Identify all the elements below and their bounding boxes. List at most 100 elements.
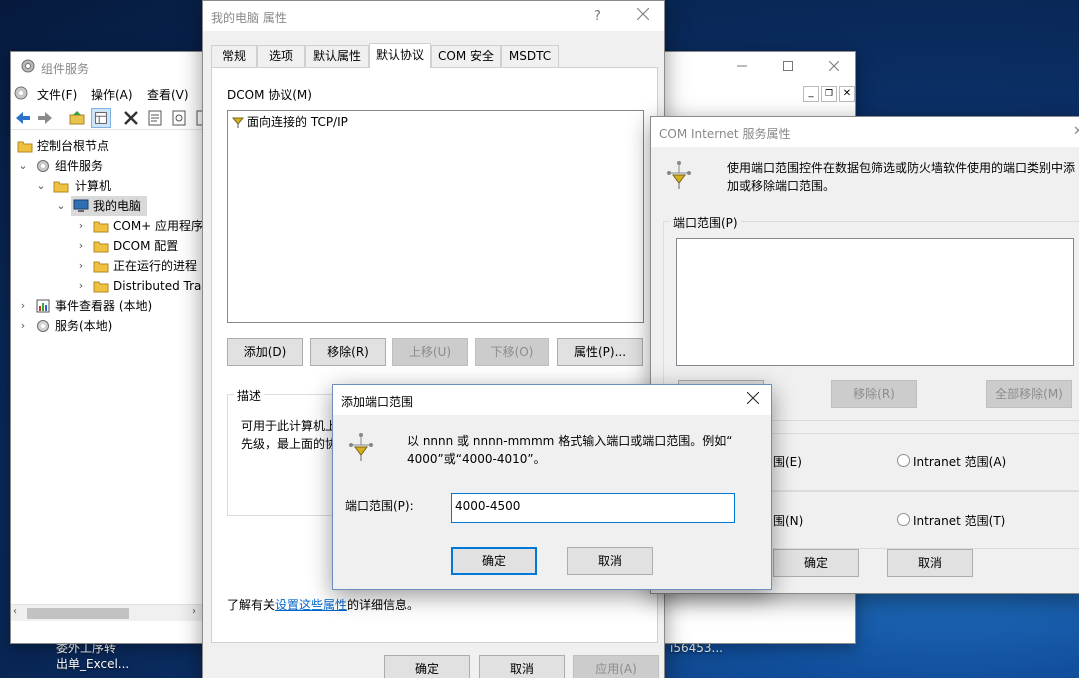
close-icon[interactable]: ✕: [1073, 124, 1079, 139]
port-range-field-label: 端口范围(P):: [345, 499, 414, 513]
add-port-range-dialog[interactable]: 添加端口范围 以 nnnn 或 nnnn-mmmm 格式输入端口或端口范围。例如…: [332, 384, 772, 590]
com-internet-description-line2: 加或移除端口范围。: [727, 179, 836, 193]
inner-restore-icon[interactable]: ❐: [821, 86, 837, 102]
maximize-button[interactable]: [765, 52, 811, 82]
tree-node-label: DCOM 配置: [113, 239, 179, 253]
port-ranges-list[interactable]: [676, 238, 1074, 366]
list-item-label: 面向连接的 TCP/IP: [247, 115, 348, 129]
cancel-button[interactable]: 取消: [479, 655, 565, 678]
forward-icon[interactable]: [35, 108, 55, 128]
chevron-right-icon[interactable]: ›: [17, 296, 29, 316]
computer-icon: [73, 199, 89, 212]
desktop-file-label-line2: 出单_Excel...: [56, 657, 130, 671]
ok-button[interactable]: 确定: [451, 547, 537, 575]
tab-label: MSDTC: [508, 49, 552, 63]
tab-default-protocols[interactable]: 默认协议: [369, 43, 431, 68]
menu-view[interactable]: 查看(V): [147, 86, 189, 103]
inner-close-icon[interactable]: ✕: [839, 86, 855, 102]
close-button[interactable]: [811, 52, 855, 82]
radio-intranet-range-t[interactable]: [897, 513, 910, 526]
delete-icon[interactable]: [121, 108, 141, 128]
tab-label: 选项: [268, 49, 293, 63]
tree-node-label: 我的电脑: [93, 199, 142, 213]
properties-icon[interactable]: [145, 108, 165, 128]
settings-help-link[interactable]: 设置这些属性: [275, 598, 347, 612]
show-tree-icon[interactable]: [91, 108, 111, 128]
apply-button[interactable]: 应用(A): [573, 655, 659, 678]
tab-msdtc[interactable]: MSDTC: [501, 45, 559, 67]
up-folder-icon[interactable]: [67, 108, 87, 128]
close-icon: [746, 391, 760, 405]
remove-port-range-button[interactable]: 移除(R): [831, 380, 917, 408]
chevron-right-icon[interactable]: ›: [75, 216, 87, 236]
desktop-file-label[interactable]: 委外工序转 出单_Excel...: [56, 640, 129, 672]
radio-internet-range-e-label: 围(E): [773, 455, 802, 469]
tab-label: 默认协议: [375, 48, 424, 62]
port-range-input-value: 4000-4500: [455, 499, 521, 513]
dcom-protocols-label: DCOM 协议(M): [227, 88, 312, 102]
move-up-button[interactable]: 上移(U): [392, 338, 468, 366]
dcom-protocols-list[interactable]: 面向连接的 TCP/IP: [227, 110, 644, 323]
chevron-down-icon[interactable]: ⌄: [17, 156, 29, 176]
com-internet-titlebar[interactable]: COM Internet 服务属性 ✕: [651, 117, 1079, 147]
tab-default-properties[interactable]: 默认属性: [305, 45, 369, 67]
port-range-input[interactable]: 4000-4500: [451, 493, 735, 523]
move-down-button[interactable]: 下移(O): [475, 338, 549, 366]
component-services-title: 组件服务: [41, 62, 90, 76]
inner-window-controls: _ ❐ ✕: [801, 84, 855, 104]
chevron-right-icon[interactable]: ›: [75, 236, 87, 256]
my-computer-properties-titlebar[interactable]: 我的电脑 属性 ?: [203, 1, 664, 31]
scroll-right-icon[interactable]: ›: [192, 606, 196, 617]
tree-horizontal-scrollbar[interactable]: ‹ ›: [11, 604, 203, 621]
dialog-title: 添加端口范围: [341, 395, 414, 409]
remove-all-port-ranges-button[interactable]: 全部移除(M): [986, 380, 1072, 408]
tab-com-security[interactable]: COM 安全: [431, 45, 501, 67]
scroll-left-icon[interactable]: ‹: [13, 606, 17, 617]
chevron-right-icon[interactable]: ›: [75, 276, 87, 296]
info-suffix: 的详细信息。: [347, 598, 420, 612]
tree-node-label: Distributed Trar: [113, 279, 203, 293]
folder-icon: [93, 261, 109, 273]
tree-node-label: 事件查看器 (本地): [55, 299, 153, 313]
menu-file[interactable]: 文件(F): [37, 86, 77, 103]
add-protocol-button[interactable]: 添加(D): [227, 338, 303, 366]
tree-node-label: 控制台根节点: [37, 139, 110, 153]
radio-intranet-range-t-label[interactable]: Intranet 范围(T): [913, 512, 1005, 529]
minimize-icon: [737, 65, 747, 67]
close-button[interactable]: [620, 1, 664, 31]
folder-icon: [17, 141, 33, 153]
info-text: 了解有关设置这些属性的详细信息。: [227, 596, 419, 613]
minimize-button[interactable]: [719, 52, 765, 82]
tab-label: 常规: [221, 49, 246, 63]
tab-label: COM 安全: [438, 49, 494, 63]
chevron-right-icon[interactable]: ›: [75, 256, 87, 276]
add-port-range-titlebar[interactable]: 添加端口范围: [333, 385, 771, 415]
tab-general[interactable]: 常规: [211, 45, 257, 67]
ok-button[interactable]: 确定: [773, 549, 859, 577]
refresh-icon[interactable]: [169, 108, 189, 128]
cancel-button[interactable]: 取消: [887, 549, 973, 577]
com-internet-description-line1: 使用端口范围控件在数据包筛选或防火墙软件使用的端口类别中添: [727, 161, 1076, 175]
chevron-right-icon[interactable]: ›: [17, 316, 29, 336]
close-icon: [636, 7, 650, 21]
info-prefix: 了解有关: [227, 598, 276, 612]
tree-node-label: 服务(本地): [55, 319, 113, 333]
remove-protocol-button[interactable]: 移除(R): [310, 338, 386, 366]
tab-label: 默认属性: [312, 49, 361, 63]
radio-intranet-range-a-label[interactable]: Intranet 范围(A): [913, 453, 1006, 470]
ok-button[interactable]: 确定: [384, 655, 470, 678]
inner-minimize-icon[interactable]: _: [803, 86, 819, 102]
close-button[interactable]: [733, 385, 771, 415]
chevron-down-icon[interactable]: ⌄: [35, 176, 47, 196]
help-button[interactable]: ?: [594, 9, 601, 24]
tab-options[interactable]: 选项: [257, 45, 305, 67]
menu-action[interactable]: 操作(A): [91, 86, 133, 103]
radio-intranet-range-a[interactable]: [897, 454, 910, 467]
protocol-properties-button[interactable]: 属性(P)...: [557, 338, 643, 366]
back-icon[interactable]: [13, 108, 33, 128]
tree-pane: 控制台根节点 ⌄ 组件服务 ⌄ 计算机 ⌄ 我的电脑 › COM+ 应用程序 ›…: [11, 132, 203, 604]
app-menu-icon[interactable]: [13, 85, 29, 101]
scrollbar-thumb[interactable]: [27, 608, 129, 619]
cancel-button[interactable]: 取消: [567, 547, 653, 575]
chevron-down-icon[interactable]: ⌄: [55, 196, 67, 216]
